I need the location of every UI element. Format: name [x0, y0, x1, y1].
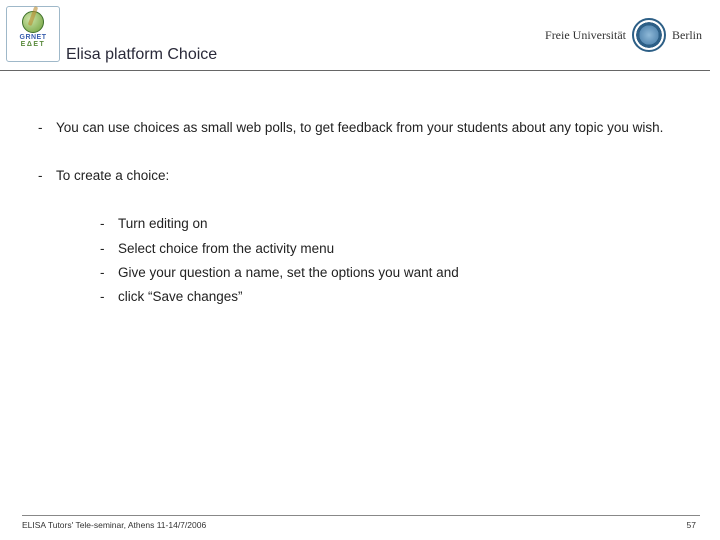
- fu-berlin-text-wrap: Freie Universität: [545, 29, 626, 41]
- globe-arrow-icon: [22, 11, 44, 33]
- sub-bullet-text: Give your question a name, set the optio…: [118, 264, 459, 282]
- sub-bullet-list: - Turn editing on - Select choice from t…: [100, 215, 680, 306]
- slide-header: GRNET ΕΔΕΤ Elisa platform Choice Freie U…: [0, 0, 710, 71]
- dash-icon: -: [100, 215, 118, 233]
- dash-icon: -: [100, 240, 118, 258]
- slide-title: Elisa platform Choice: [66, 46, 217, 64]
- fu-berlin-text: Freie Universität: [545, 29, 626, 41]
- grnet-logo-box: GRNET ΕΔΕΤ: [6, 6, 60, 62]
- grnet-logo: GRNET ΕΔΕΤ: [6, 6, 60, 62]
- dash-icon: -: [100, 264, 118, 282]
- bullet-item: - To create a choice:: [38, 167, 680, 185]
- bullet-text: You can use choices as small web polls, …: [56, 119, 663, 137]
- sub-bullet-item: - Give your question a name, set the opt…: [100, 264, 680, 282]
- dash-icon: -: [38, 119, 56, 137]
- grnet-logo-text2: ΕΔΕΤ: [21, 41, 46, 48]
- sub-bullet-text: click “Save changes”: [118, 288, 243, 306]
- dash-icon: -: [38, 167, 56, 185]
- fu-berlin-logo: Freie Universität Berlin: [545, 18, 702, 52]
- fu-berlin-text2: Berlin: [672, 28, 702, 43]
- sub-bullet-text: Select choice from the activity menu: [118, 240, 334, 258]
- sub-bullet-text: Turn editing on: [118, 215, 208, 233]
- sub-bullet-item: - click “Save changes”: [100, 288, 680, 306]
- sub-bullet-item: - Select choice from the activity menu: [100, 240, 680, 258]
- slide-footer: ELISA Tutors' Tele-seminar, Athens 11-14…: [22, 515, 700, 530]
- footer-text: ELISA Tutors' Tele-seminar, Athens 11-14…: [22, 520, 206, 530]
- fu-text-part1: Freie Universität: [545, 28, 626, 42]
- bullet-text: To create a choice:: [56, 167, 169, 185]
- grnet-logo-text1: GRNET: [20, 34, 47, 41]
- dash-icon: -: [100, 288, 118, 306]
- sub-bullet-item: - Turn editing on: [100, 215, 680, 233]
- slide-content: - You can use choices as small web polls…: [0, 71, 720, 306]
- page-number: 57: [687, 520, 700, 530]
- fu-berlin-seal-icon: [632, 18, 666, 52]
- bullet-item: - You can use choices as small web polls…: [38, 119, 680, 137]
